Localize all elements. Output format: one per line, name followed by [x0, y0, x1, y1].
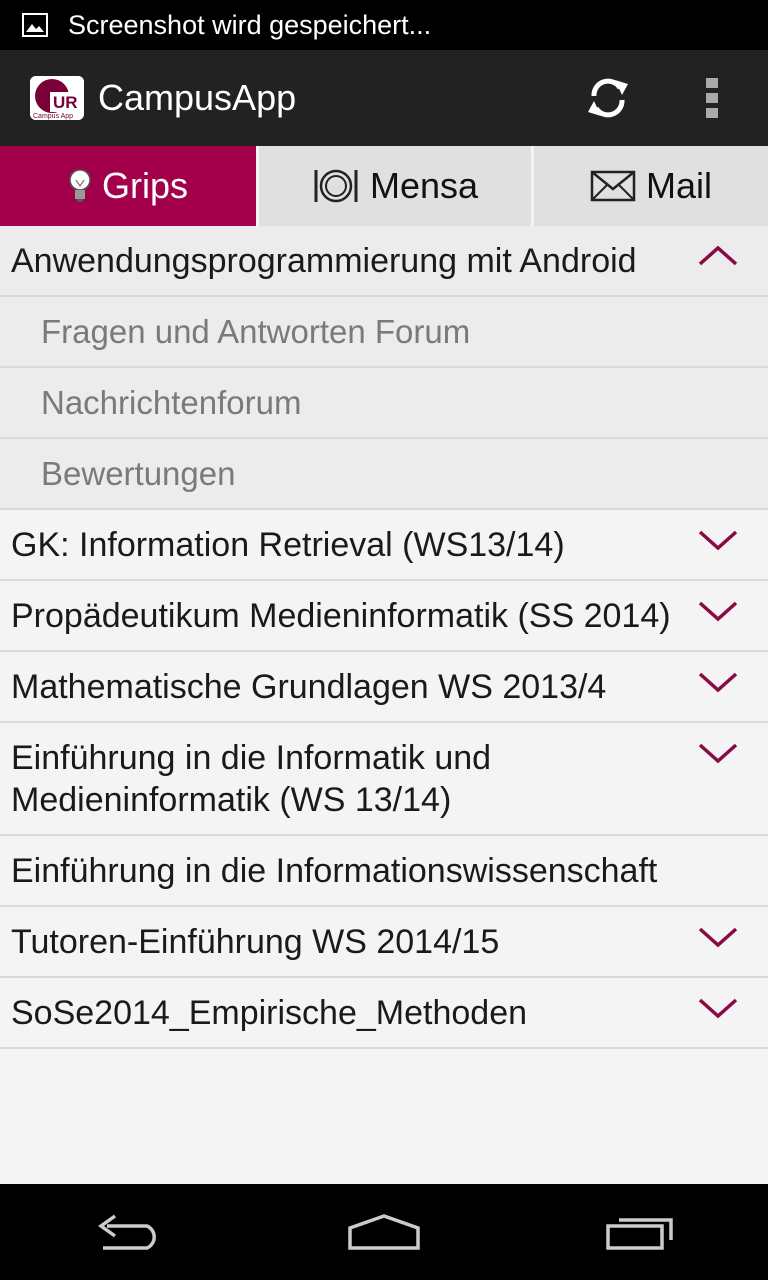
chevron-up-icon[interactable]	[698, 244, 738, 268]
image-icon	[22, 13, 48, 37]
more-vertical-icon	[706, 78, 718, 118]
overflow-menu-button[interactable]	[692, 70, 732, 126]
course-title: GK: Information Retrieval (WS13/14)	[11, 526, 565, 564]
tab-grips[interactable]: Grips	[0, 146, 259, 226]
home-button[interactable]	[334, 1202, 434, 1262]
course-row[interactable]: GK: Information Retrieval (WS13/14)	[0, 510, 768, 581]
envelope-icon	[590, 170, 636, 202]
tab-mail[interactable]: Mail	[534, 146, 768, 226]
course-title: Anwendungsprogrammierung mit Android	[11, 242, 637, 280]
app-logo: UR Campus App	[30, 76, 84, 120]
course-title: Einführung in die Informationswissenscha…	[11, 852, 658, 890]
campusapp-logo-icon: UR Campus App	[30, 76, 84, 120]
refresh-button[interactable]	[580, 70, 636, 126]
course-row[interactable]: Tutoren-Einführung WS 2014/15	[0, 907, 768, 978]
tab-bar: Grips Mensa Mail	[0, 146, 768, 226]
recent-apps-icon	[606, 1218, 673, 1250]
chevron-down-icon[interactable]	[698, 741, 738, 765]
forum-item[interactable]: Nachrichtenforum	[0, 368, 768, 439]
svg-text:Campus App: Campus App	[33, 113, 73, 120]
chevron-down-icon[interactable]	[698, 925, 738, 949]
course-row[interactable]: Einführung in die Informatik und Medieni…	[0, 723, 768, 836]
screen: Screenshot wird gespeichert... UR Campus…	[0, 0, 768, 1280]
status-bar: Screenshot wird gespeichert...	[0, 0, 768, 50]
home-icon	[348, 1214, 420, 1250]
forum-title: Fragen und Antworten Forum	[41, 313, 471, 350]
back-button[interactable]	[78, 1202, 178, 1262]
plate-cutlery-icon	[312, 166, 360, 206]
lightbulb-icon	[68, 168, 92, 204]
chevron-down-icon[interactable]	[698, 528, 738, 552]
forum-title: Bewertungen	[41, 455, 236, 492]
course-list: Anwendungsprogrammierung mit Android Fra…	[0, 226, 768, 1049]
tab-mensa[interactable]: Mensa	[259, 146, 534, 226]
back-icon	[97, 1214, 156, 1250]
course-title: Propädeutikum Medieninformatik (SS 2014)	[11, 597, 671, 635]
tab-label: Mensa	[369, 165, 479, 206]
chevron-down-icon[interactable]	[698, 670, 738, 694]
forum-item[interactable]: Fragen und Antworten Forum	[0, 297, 768, 368]
course-row[interactable]: Propädeutikum Medieninformatik (SS 2014)	[0, 581, 768, 652]
action-bar: UR Campus App CampusApp	[0, 50, 768, 146]
app-title: CampusApp	[98, 77, 297, 118]
course-title: Einführung in die Informatik und Medieni…	[11, 739, 492, 819]
refresh-icon	[588, 78, 628, 118]
course-row[interactable]: Mathematische Grundlagen WS 2013/4	[0, 652, 768, 723]
recents-button[interactable]	[590, 1202, 690, 1262]
course-title: Mathematische Grundlagen WS 2013/4	[11, 668, 607, 706]
chevron-down-icon[interactable]	[698, 599, 738, 623]
course-row[interactable]: SoSe2014_Empirische_Methoden	[0, 978, 768, 1049]
navigation-bar	[0, 1184, 768, 1280]
course-row[interactable]: Einführung in die Informationswissenscha…	[0, 836, 768, 907]
tab-label: Grips	[101, 165, 188, 206]
tab-label: Mail	[645, 165, 712, 206]
course-title: Tutoren-Einführung WS 2014/15	[11, 923, 500, 961]
status-text: Screenshot wird gespeichert...	[68, 9, 432, 40]
svg-text:UR: UR	[53, 93, 78, 112]
forum-item[interactable]: Bewertungen	[0, 439, 768, 510]
forum-title: Nachrichtenforum	[41, 384, 302, 421]
course-row[interactable]: Anwendungsprogrammierung mit Android	[0, 226, 768, 297]
course-title: SoSe2014_Empirische_Methoden	[11, 994, 528, 1032]
chevron-down-icon[interactable]	[698, 996, 738, 1020]
